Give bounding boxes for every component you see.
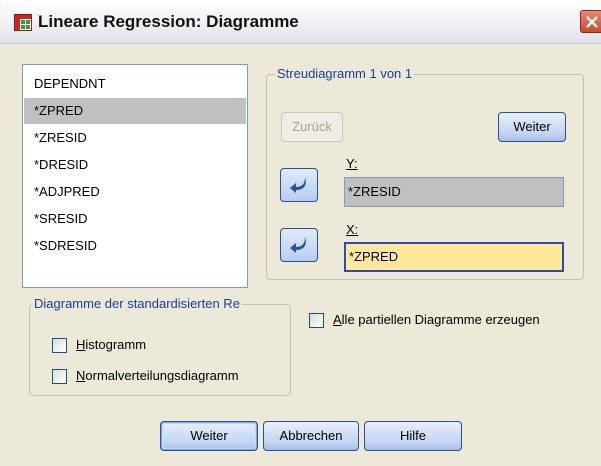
dialog-window: Lineare Regression: Diagramme DEPENDNT *Z…	[0, 0, 601, 466]
x-axis-label: X:	[346, 222, 359, 237]
histogram-checkbox[interactable]	[52, 338, 67, 353]
x-axis-field[interactable]: *ZPRED	[344, 242, 564, 272]
list-item[interactable]: *ZPRED	[24, 98, 246, 124]
curved-arrow-icon	[290, 177, 306, 193]
standardized-plots-legend: Diagramme der standardisierten Re	[32, 296, 242, 311]
cancel-button[interactable]: Abbrechen	[263, 421, 359, 451]
normal-plot-checkbox[interactable]	[52, 369, 67, 384]
next-button[interactable]: Weiter	[498, 112, 566, 142]
close-icon	[586, 16, 598, 28]
scatterplot-legend: Streudiagramm 1 von 1	[275, 66, 415, 81]
histogram-option[interactable]: Histogramm	[52, 336, 172, 356]
list-item[interactable]: *SDRESID	[24, 233, 246, 259]
list-item[interactable]: *DRESID	[24, 152, 246, 178]
partial-plots-checkbox[interactable]	[309, 313, 324, 328]
move-to-y-button[interactable]	[280, 168, 318, 202]
close-button[interactable]	[580, 10, 601, 33]
list-item[interactable]: *SRESID	[24, 206, 246, 232]
y-axis-field[interactable]: *ZRESID	[344, 177, 564, 207]
window-title: Lineare Regression: Diagramme	[38, 12, 299, 31]
curved-arrow-icon	[290, 237, 306, 253]
table-app-icon	[14, 14, 32, 31]
variable-list[interactable]: DEPENDNT *ZPRED *ZRESID *DRESID *ADJPRED *SRE…	[22, 64, 248, 288]
histogram-label: Histogramm	[76, 337, 147, 352]
normal-plot-label: Normalverteilungsdiagramm	[76, 368, 239, 383]
y-axis-label: Y:	[346, 156, 358, 171]
title-bar[interactable]: Lineare Regression: Diagramme	[0, 0, 601, 44]
normal-plot-option[interactable]: Normalverteilungsdiagramm	[52, 367, 282, 387]
partial-plots-label: Alle partiellen Diagramme erzeugen	[333, 312, 540, 327]
list-item[interactable]: DEPENDNT	[24, 71, 246, 97]
partial-plots-option[interactable]: Alle partiellen Diagramme erzeugen	[309, 311, 589, 331]
move-to-x-button[interactable]	[280, 228, 318, 262]
previous-button[interactable]: Zurück	[281, 112, 343, 142]
continue-button[interactable]: Weiter	[160, 421, 258, 451]
list-item[interactable]: *ZRESID	[24, 125, 246, 151]
list-item[interactable]: *ADJPRED	[24, 179, 246, 205]
help-button[interactable]: Hilfe	[364, 421, 462, 451]
